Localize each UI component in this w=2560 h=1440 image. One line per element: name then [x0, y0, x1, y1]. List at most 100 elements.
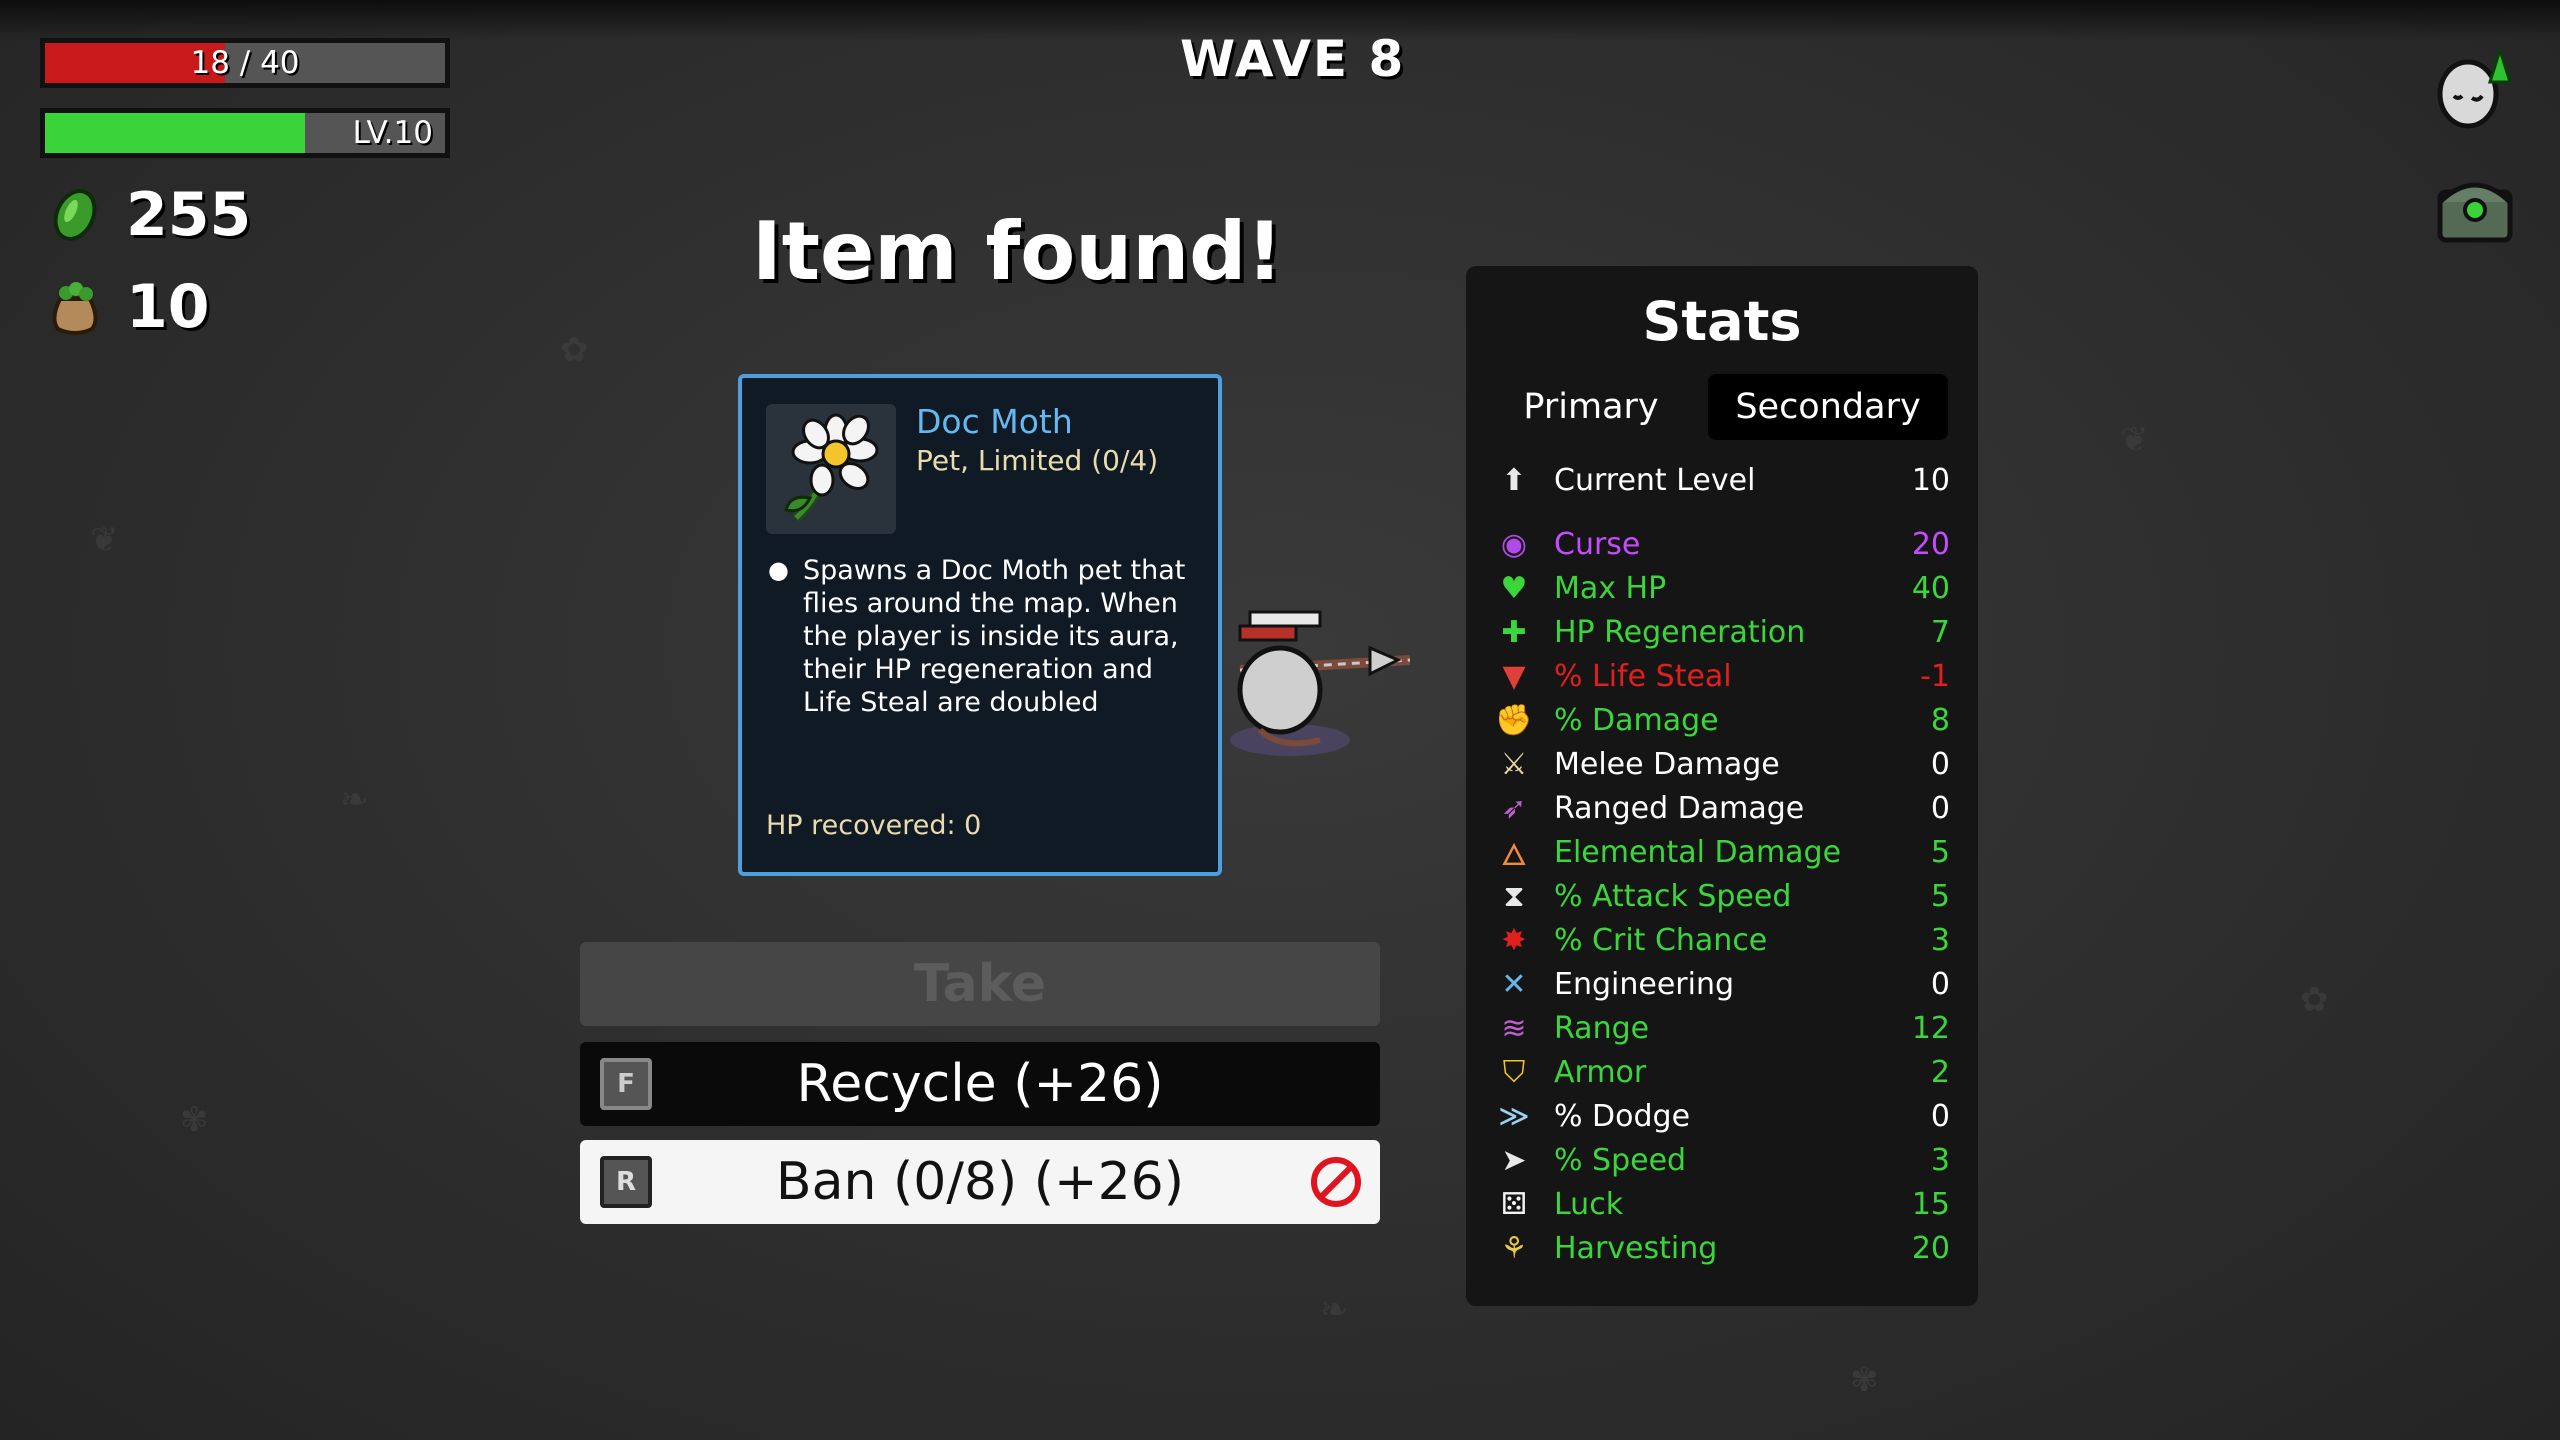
item-description-text: Spawns a Doc Moth pet that flies around … [802, 555, 1186, 718]
stat-row[interactable]: ⚄ Luck 15 [1494, 1184, 1950, 1224]
shield-icon: ⛉ [1502, 1054, 1526, 1090]
tab-secondary[interactable]: Secondary [1708, 374, 1948, 440]
health-bar: 18 / 40 [40, 38, 450, 88]
money-bag-icon [46, 278, 104, 336]
heart-icon: ♥ [1500, 570, 1528, 606]
stat-label: Luck [1554, 1186, 1624, 1222]
background-doodle: ✿ [2300, 980, 2329, 1020]
wave-label: WAVE 8 [1180, 30, 1406, 88]
level-text: LV.10 [352, 115, 433, 151]
curse-eye-icon: ◉ [1500, 526, 1528, 562]
stat-value: 3 [1930, 922, 1950, 958]
background-doodle: ✾ [1850, 1360, 1879, 1400]
stats-heading: Stats [1642, 290, 1802, 353]
stat-row[interactable]: ⛉ Armor 2 [1494, 1052, 1950, 1092]
stat-value: 5 [1930, 878, 1950, 914]
bag-counter: 10 [46, 272, 210, 342]
stat-value: 40 [1911, 570, 1950, 606]
dodge-icon: ≫ [1498, 1098, 1530, 1134]
stat-value: 7 [1930, 614, 1950, 650]
stat-label: Max HP [1554, 570, 1667, 606]
recycle-button[interactable]: F Recycle (+26) [580, 1042, 1380, 1126]
stat-row[interactable]: ✸ % Crit Chance 3 [1494, 920, 1950, 960]
sword-icon: ⚔ [1500, 746, 1528, 782]
wheat-icon: ⚘ [1500, 1230, 1528, 1266]
stat-value: 20 [1911, 1230, 1950, 1266]
muscle-icon: ✊ [1495, 702, 1533, 738]
stat-row[interactable]: ▼ % Life Steal -1 [1494, 656, 1950, 696]
stat-label: % Attack Speed [1554, 878, 1792, 914]
stat-row[interactable]: ◉ Curse 20 [1494, 524, 1950, 564]
tab-primary[interactable]: Primary [1496, 374, 1686, 440]
stat-value: 15 [1911, 1186, 1950, 1222]
recycle-key-hint: F [600, 1058, 652, 1110]
ban-key-hint: R [600, 1156, 652, 1208]
item-found-title: Item found! [752, 205, 1283, 298]
stat-label: Melee Damage [1554, 746, 1780, 782]
wrench-cross-icon: ✕ [1501, 966, 1527, 1002]
daisy-flower-icon [766, 404, 896, 534]
material-icon [46, 186, 104, 244]
stat-value: 5 [1930, 834, 1950, 870]
stats-panel: Stats Primary Secondary ⬆ Current Level 10… [1466, 266, 1978, 1306]
stat-value: 0 [1930, 1098, 1950, 1134]
experience-bar: LV.10 [40, 108, 450, 158]
stat-label: % Dodge [1554, 1098, 1691, 1134]
stat-value: 10 [1911, 462, 1950, 498]
hourglass-icon: ⧗ [1503, 878, 1525, 914]
item-card: Doc Moth Pet, Limited (0/4) ● Spawns a D… [738, 374, 1222, 876]
stat-label: Curse [1554, 526, 1641, 562]
item-description: ● Spawns a Doc Moth pet that flies aroun… [768, 554, 1208, 719]
stat-row[interactable]: ⧗ % Attack Speed 5 [1494, 876, 1950, 916]
stat-row[interactable]: ⚘ Harvesting 20 [1494, 1228, 1950, 1268]
dice-icon: ⚄ [1500, 1186, 1528, 1222]
stat-row[interactable]: ✚ HP Regeneration 7 [1494, 612, 1950, 652]
recycle-button-label: Recycle (+26) [796, 1054, 1164, 1114]
level-up-icon: ⬆ [1501, 462, 1527, 498]
background-doodle: ✾ [180, 1100, 209, 1140]
stat-label: Armor [1554, 1054, 1647, 1090]
ban-button[interactable]: R Ban (0/8) (+26) [580, 1140, 1380, 1224]
stat-value: 8 [1930, 702, 1950, 738]
stat-value: 0 [1930, 746, 1950, 782]
hp-recovered-text: HP recovered: 0 [766, 810, 982, 841]
stat-value: 2 [1930, 1054, 1950, 1090]
stat-value: 0 [1930, 966, 1950, 1002]
boot-icon: ➤ [1501, 1142, 1527, 1178]
stat-row[interactable]: ≋ Range 12 [1494, 1008, 1950, 1048]
ban-button-label: Ban (0/8) (+26) [775, 1152, 1185, 1212]
player-character [1230, 610, 1410, 756]
treasure-chest-icon [2430, 162, 2520, 252]
stat-label: Elemental Damage [1554, 834, 1842, 870]
stat-row[interactable]: 🜂 Elemental Damage 5 [1494, 832, 1950, 873]
bag-value: 10 [126, 272, 210, 342]
background-doodle: ❧ [1320, 1290, 1349, 1330]
background-doodle: ✿ [560, 330, 589, 370]
range-waves-icon: ≋ [1501, 1010, 1527, 1046]
stat-row[interactable]: ♥ Max HP 40 [1494, 568, 1950, 608]
take-button-label: Take [913, 954, 1047, 1014]
flame-icon: 🜂 [1500, 837, 1528, 873]
stat-label: % Crit Chance [1554, 922, 1768, 958]
ban-icon [1311, 1157, 1361, 1207]
level-up-potato-icon [2428, 42, 2518, 132]
stat-label: Range [1554, 1010, 1650, 1046]
stat-row[interactable]: ➤ % Speed 3 [1494, 1140, 1950, 1180]
stat-row[interactable]: ✕ Engineering 0 [1494, 964, 1950, 1004]
stat-row[interactable]: ✊ % Damage 8 [1494, 700, 1950, 740]
stat-label: % Damage [1554, 702, 1719, 738]
materials-counter: 255 [46, 180, 251, 250]
stat-label: Harvesting [1554, 1230, 1718, 1266]
stat-value: -1 [1920, 658, 1950, 694]
take-button[interactable]: Take [580, 942, 1380, 1026]
stat-value: 20 [1911, 526, 1950, 562]
stat-row[interactable]: ⬆ Current Level 10 [1494, 460, 1950, 500]
background-doodle: ❦ [90, 520, 119, 560]
stat-row[interactable]: ≫ % Dodge 0 [1494, 1096, 1950, 1136]
materials-value: 255 [126, 180, 252, 250]
stat-label: HP Regeneration [1554, 614, 1806, 650]
stat-row[interactable]: ⚔ Melee Damage 0 [1494, 744, 1950, 784]
heart-plus-icon: ✚ [1501, 614, 1527, 650]
stat-row[interactable]: ➶ Ranged Damage 0 [1494, 788, 1950, 828]
stat-label: % Speed [1554, 1142, 1687, 1178]
